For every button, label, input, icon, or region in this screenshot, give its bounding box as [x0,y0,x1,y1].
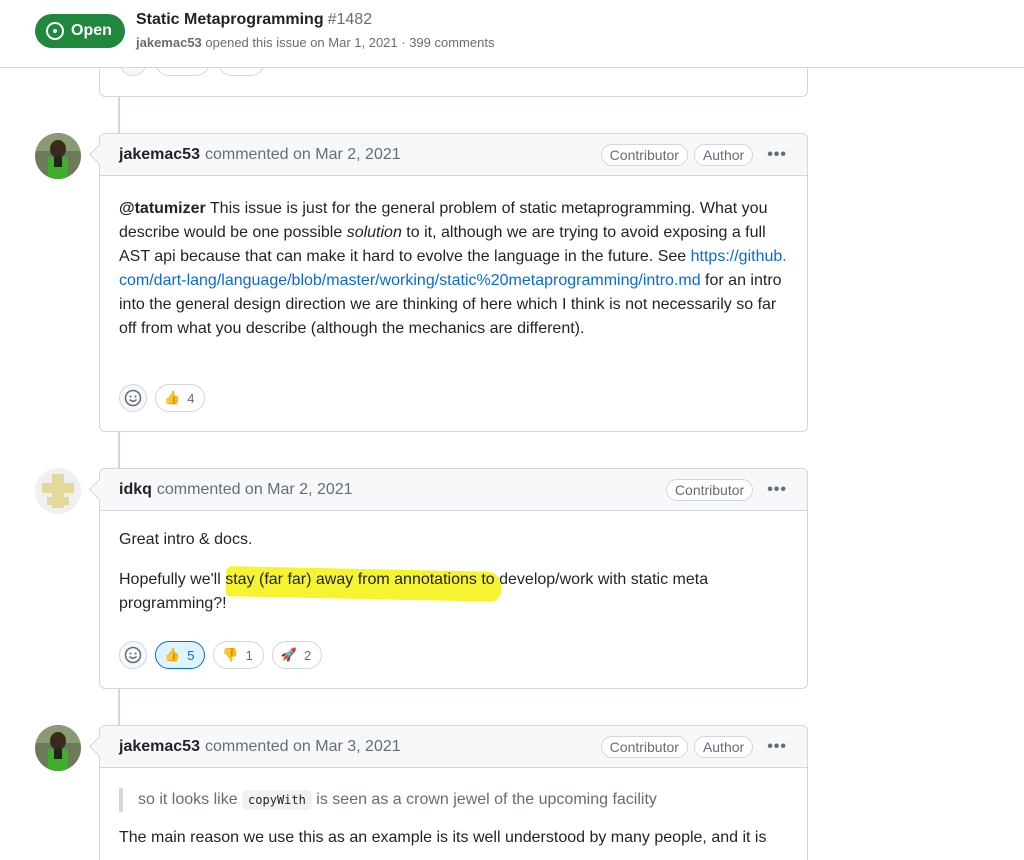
add-reaction-button[interactable] [119,641,147,669]
comment-timestamp[interactable]: commented on Mar 3, 2021 [205,738,401,756]
more-options-icon[interactable]: ••• [767,481,787,499]
issue-meta: jakemac53 opened this issue on Mar 1, 20… [136,35,495,50]
inline-code: copyWith [242,790,312,810]
thumbs-down-reaction[interactable]: 👎 1 [213,641,264,669]
comment: idkq commented on Mar 2, 2021 Contributo… [99,468,808,689]
thumbs-up-icon: 👍 [164,390,181,405]
smiley-icon [124,389,142,407]
comment: jakemac53 commented on Mar 2, 2021 Contr… [99,133,808,432]
comment-timestamp[interactable]: commented on Mar 2, 2021 [205,146,401,164]
issue-state-badge: Open [35,14,125,48]
contributor-label: Contributor [600,735,688,758]
author-label: Author [693,143,754,166]
issue-number: #1482 [327,11,373,28]
thumbs-up-reaction[interactable]: 👍 4 [155,384,206,412]
issue-title[interactable]: Static Metaprogramming #1482 [136,11,372,29]
timeline-line [118,431,120,469]
reactions-bar: 👍 5 👎 1 🚀 2 [100,641,341,669]
comment-header: jakemac53 commented on Mar 2, 2021 Contr… [100,134,807,176]
issue-author-link[interactable]: jakemac53 [136,35,202,50]
author-label: Author [693,735,754,758]
comment-author-link[interactable]: idkq [119,481,152,499]
comment-body: so it looks like copyWith is seen as a c… [100,768,807,850]
comment: jakemac53 commented on Mar 3, 2021 Contr… [99,725,808,860]
reactions-bar: 👍 4 [100,384,224,412]
contributor-label: Contributor [600,143,688,166]
smiley-icon [124,646,142,664]
avatar[interactable] [35,133,81,179]
comment-author-link[interactable]: jakemac53 [119,738,200,756]
thumbs-up-icon: 👍 [164,647,181,662]
comment-body: @tatumizer This issue is just for the ge… [119,200,787,337]
comment-paragraph: Great intro & docs. [119,531,253,548]
avatar[interactable] [35,468,81,514]
rocket-reaction[interactable]: 🚀 2 [271,641,323,669]
rocket-icon: 🚀 [280,647,298,662]
comment-author-link[interactable]: jakemac53 [119,146,200,164]
blockquote: so it looks like copyWith is seen as a c… [119,788,788,812]
comment-header: idkq commented on Mar 2, 2021 Contributo… [100,469,807,511]
more-options-icon[interactable]: ••• [767,738,787,756]
comment-paragraph: The main reason we use this as an exampl… [119,829,767,846]
timeline-line [118,96,120,134]
more-options-icon[interactable]: ••• [767,146,787,164]
thumbs-up-reaction[interactable]: 👍 5 [155,641,206,669]
user-mention[interactable]: @tatumizer [119,200,206,217]
issue-opened-icon [46,22,64,40]
add-reaction-button[interactable] [119,384,147,412]
contributor-label: Contributor [665,478,754,501]
thumbs-down-icon: 👎 [222,647,239,662]
avatar[interactable] [35,725,81,771]
timeline-line [118,688,120,726]
highlighted-text: stay (far far) away from annotations to [225,571,495,588]
comment-timestamp[interactable]: commented on Mar 2, 2021 [157,481,353,499]
comment-header: jakemac53 commented on Mar 3, 2021 Contr… [100,726,807,768]
issue-sticky-header: Open Static Metaprogramming #1482 jakemac… [0,0,1024,68]
